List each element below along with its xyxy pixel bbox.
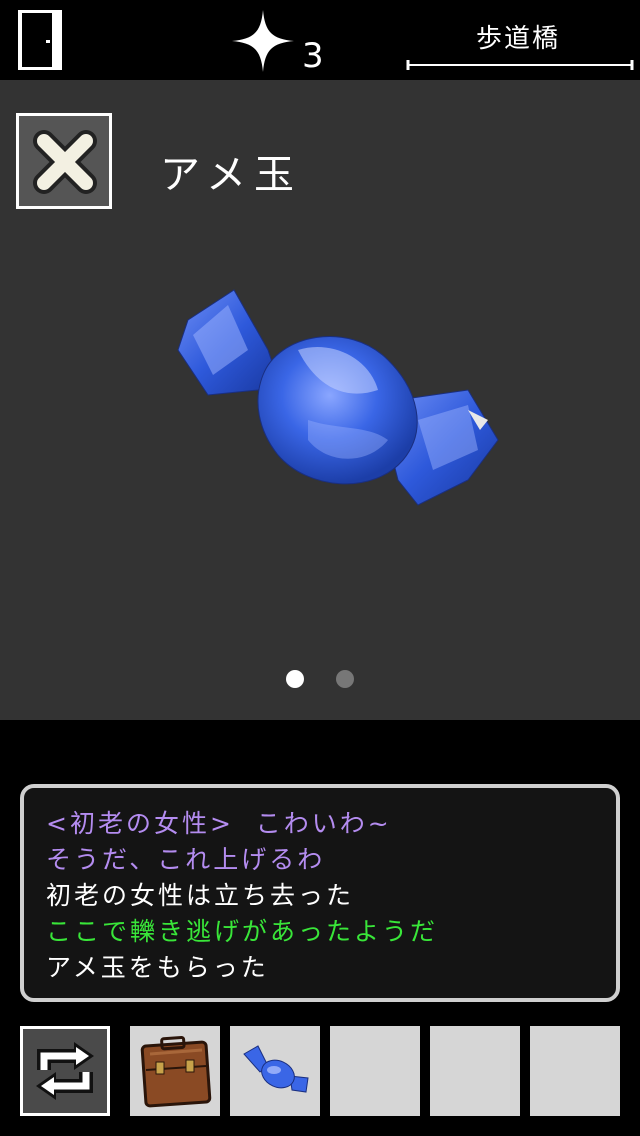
inventory-slot-4[interactable] [430,1026,520,1116]
item-title: アメ玉 [160,152,302,198]
page-indicator [0,670,640,690]
item-image-candy [177,289,499,506]
inventory-slot-1[interactable] [130,1026,220,1116]
page-dot-1[interactable] [286,670,304,688]
message-line: 初老の女性は立ち去った [46,881,355,910]
top-bar: 3 歩道橋 [0,0,640,80]
close-x-icon [33,130,97,194]
message-box[interactable]: <初老の女性> こわいわ~ そうだ、これ上げるわ 初老の女性は立ち去った ここで… [20,784,620,1002]
inventory-bar [0,1024,640,1120]
briefcase-icon [140,1036,212,1108]
swap-arrows-icon [36,1042,94,1100]
message-line: アメ玉をもらった [46,953,269,982]
message-line: ここで轢き逃げがあったようだ [46,917,439,946]
hint-count: 3 [302,36,324,76]
candy-icon [243,1045,309,1093]
inventory-slot-5[interactable] [530,1026,620,1116]
swap-button[interactable] [20,1026,110,1116]
item-detail-panel: アメ玉 [0,80,640,720]
inventory-slot-2[interactable] [230,1026,320,1116]
message-line: <初老の女性> こわいわ~ [46,809,392,838]
message-line: そうだ、これ上げるわ [46,845,326,874]
door-icon[interactable] [18,10,62,70]
sparkle-icon[interactable] [232,10,294,72]
close-button[interactable] [16,113,112,209]
page-dot-2[interactable] [336,670,354,688]
location-ruler [406,60,634,70]
inventory-slot-3[interactable] [330,1026,420,1116]
location-label: 歩道橋 [475,24,560,54]
